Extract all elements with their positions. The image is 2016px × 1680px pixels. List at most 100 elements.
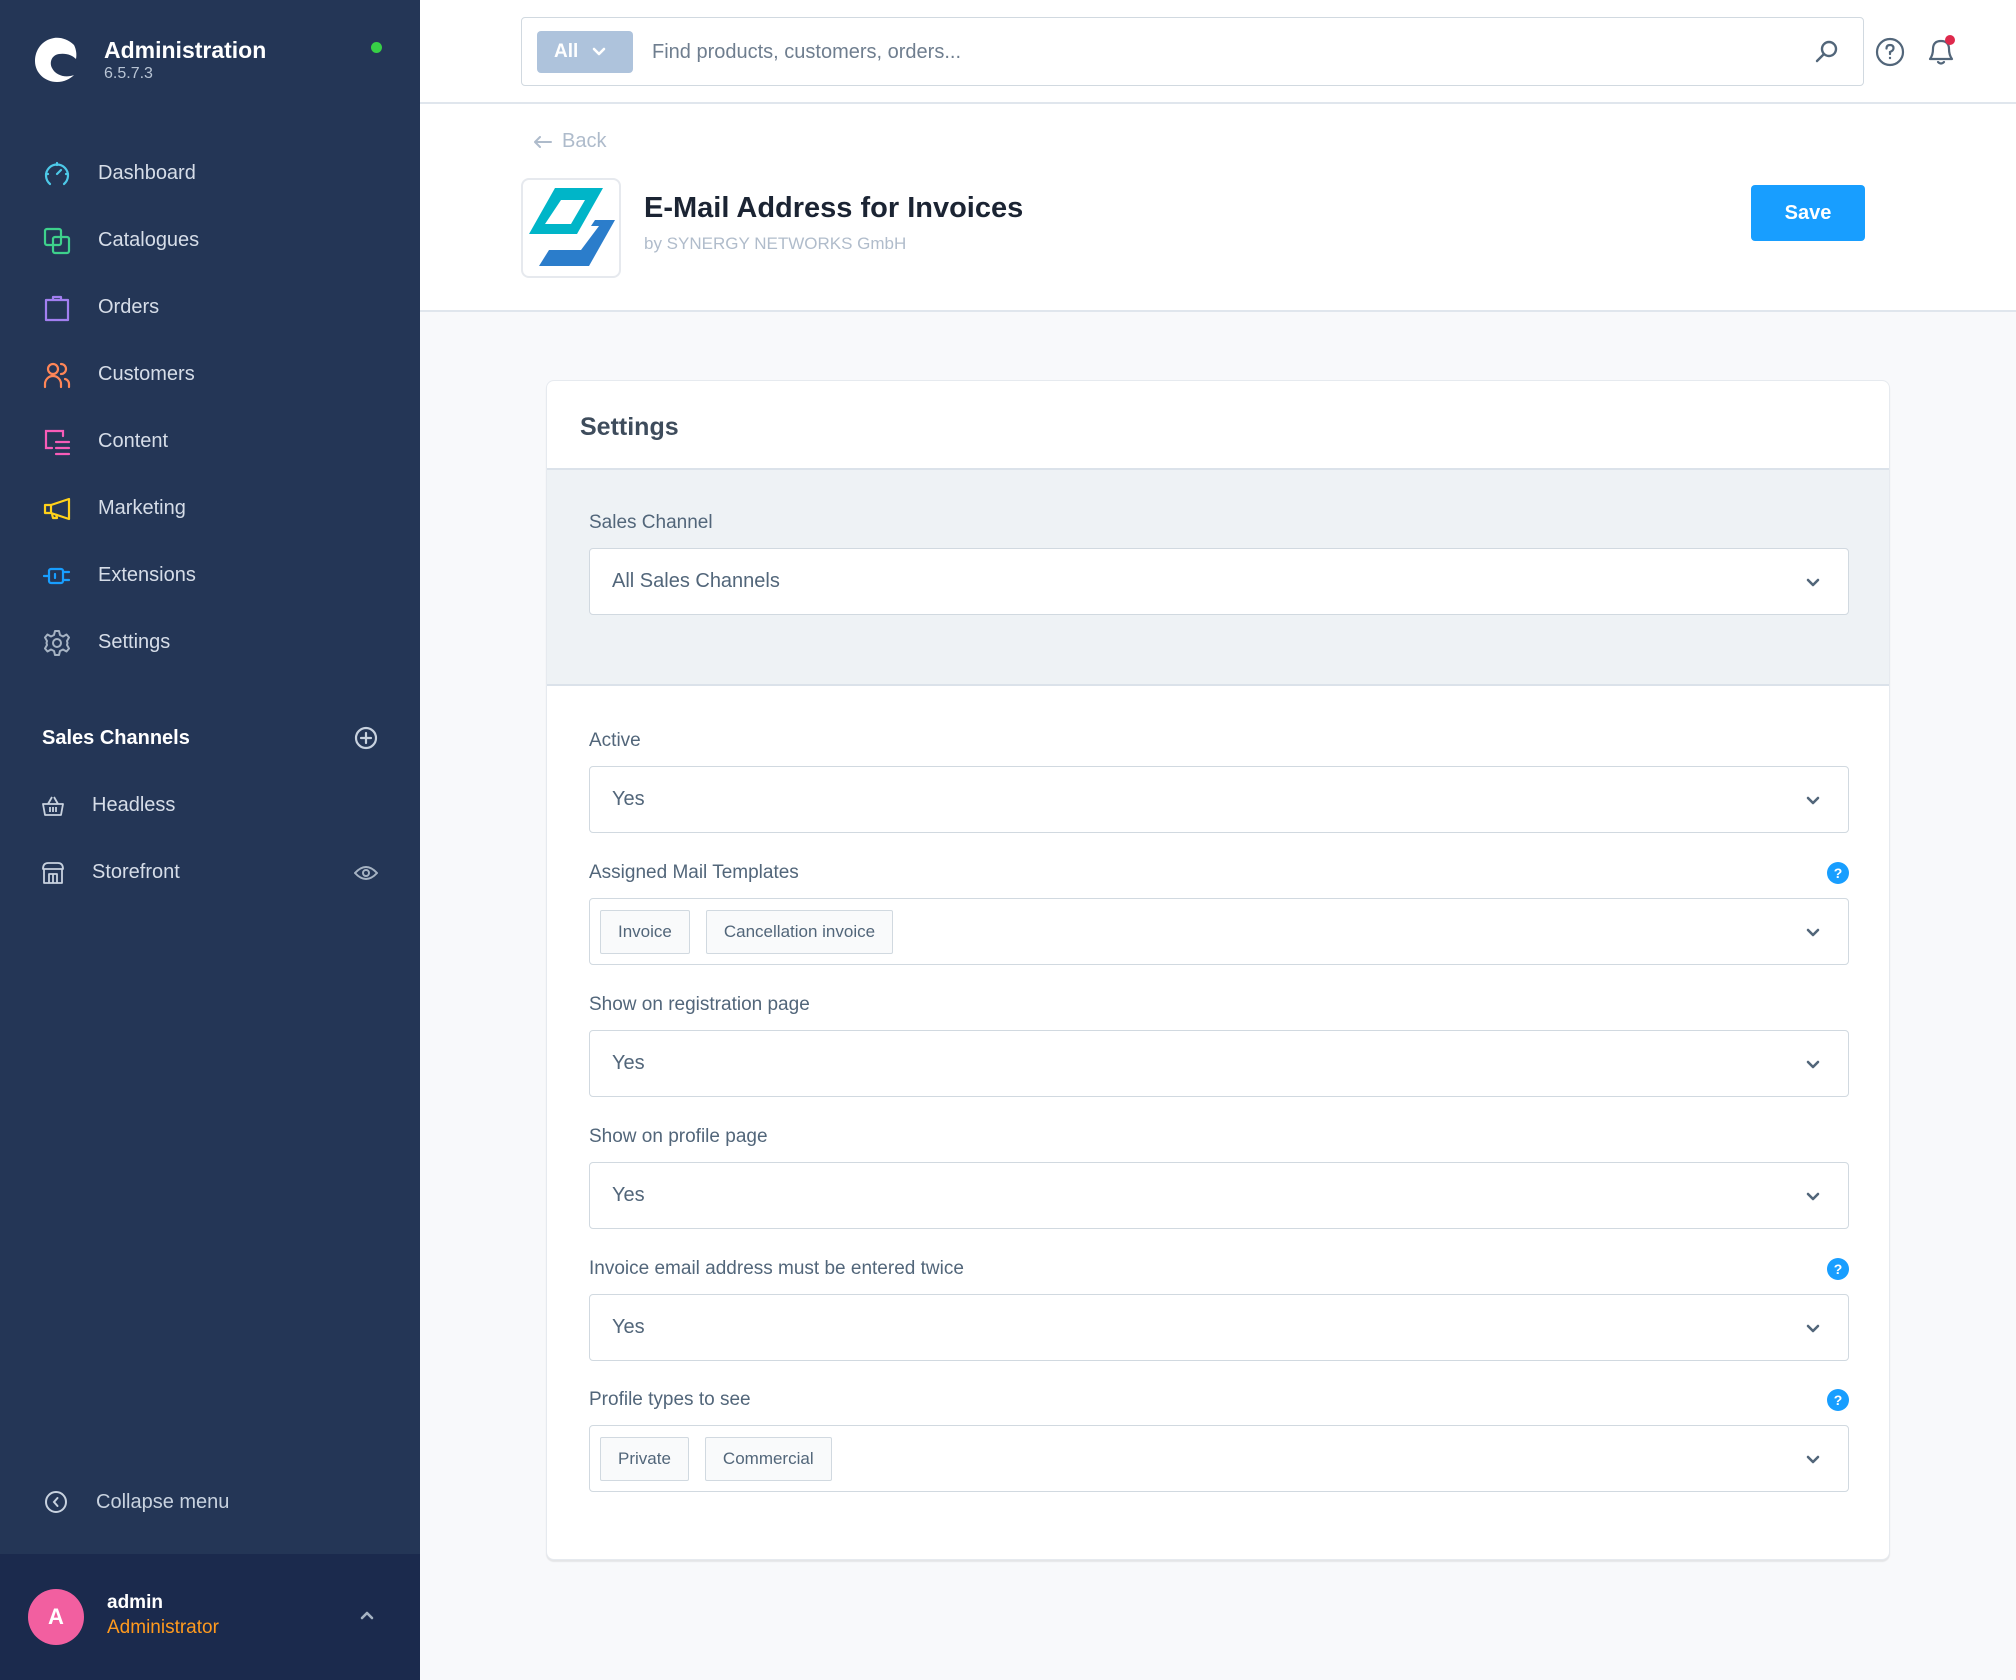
select-value: Yes xyxy=(612,1316,645,1338)
search-input[interactable] xyxy=(652,32,1792,72)
eye-icon[interactable] xyxy=(354,865,378,881)
back-link[interactable]: Back xyxy=(534,130,606,153)
registration-page-select[interactable]: Yes xyxy=(589,1030,1849,1097)
active-field: Active Yes xyxy=(589,726,1849,833)
profile-page-select[interactable]: Yes xyxy=(589,1162,1849,1229)
sidebar-item-customers[interactable]: Customers xyxy=(0,341,420,408)
sidebar-item-label: Content xyxy=(98,430,169,452)
global-search: All xyxy=(521,17,1864,86)
arrow-left-icon xyxy=(534,135,552,148)
chevron-down-icon xyxy=(1806,1324,1820,1333)
app-title: Administration xyxy=(104,37,267,63)
active-select[interactable]: Yes xyxy=(589,766,1849,833)
sidebar-item-label: Customers xyxy=(98,363,195,385)
avatar: A xyxy=(28,1589,84,1645)
sidebar-item-label: Settings xyxy=(98,631,171,653)
field-label: Profile types to see xyxy=(589,1389,751,1410)
orders-icon xyxy=(42,293,72,323)
chevron-down-icon xyxy=(1806,796,1820,805)
field-label: Invoice email address must be entered tw… xyxy=(589,1258,964,1279)
select-value: All Sales Channels xyxy=(612,570,780,592)
email-twice-field: Invoice email address must be entered tw… xyxy=(589,1254,1849,1361)
field-label: Show on profile page xyxy=(589,1126,768,1147)
sidebar-item-extensions[interactable]: Extensions xyxy=(0,542,420,609)
catalogues-icon xyxy=(42,226,72,256)
plugin-title: E-Mail Address for Invoices xyxy=(644,192,1024,224)
sidebar-item-label: Catalogues xyxy=(98,229,200,251)
main-nav: Dashboard Catalogues Orders Customers Co… xyxy=(0,140,420,676)
brand: Administration 6.5.7.3 xyxy=(32,30,266,90)
sidebar-item-label: Extensions xyxy=(98,564,196,586)
settings-card: Settings Sales Channel All Sales Channel… xyxy=(546,380,1890,1560)
tag-invoice[interactable]: Invoice xyxy=(600,909,690,954)
sales-channel-field: Sales Channel All Sales Channels xyxy=(589,508,1849,615)
plugin-logo xyxy=(521,178,621,278)
chevron-down-icon xyxy=(592,47,606,56)
top-bar: All xyxy=(420,0,2016,104)
help-tooltip-icon[interactable]: ? xyxy=(1827,1258,1849,1280)
basket-icon xyxy=(42,796,64,816)
sales-channel-headless[interactable]: Headless xyxy=(0,772,420,839)
sidebar-item-content[interactable]: Content xyxy=(0,408,420,475)
select-value: Yes xyxy=(612,1052,645,1074)
tag-cancellation-invoice[interactable]: Cancellation invoice xyxy=(705,909,894,954)
settings-icon xyxy=(42,628,72,658)
user-menu[interactable]: A admin Administrator xyxy=(0,1554,420,1680)
search-type-select[interactable]: All xyxy=(537,31,633,73)
add-sales-channel-icon[interactable] xyxy=(354,726,378,750)
chevron-down-icon xyxy=(1806,578,1820,587)
select-value: Yes xyxy=(612,1184,645,1206)
marketing-icon xyxy=(42,494,72,524)
app-version: 6.5.7.3 xyxy=(104,65,153,82)
user-name: admin xyxy=(107,1592,163,1613)
user-role: Administrator xyxy=(107,1617,219,1638)
sidebar-item-dashboard[interactable]: Dashboard xyxy=(0,140,420,207)
help-icon[interactable] xyxy=(1874,36,1906,68)
sidebar-item-label: Dashboard xyxy=(98,162,196,184)
collapse-menu-button[interactable]: Collapse menu xyxy=(44,1490,229,1514)
sidebar-item-label: Orders xyxy=(98,296,160,318)
sidebar-item-catalogues[interactable]: Catalogues xyxy=(0,207,420,274)
profile-types-multiselect[interactable]: Private Commercial xyxy=(589,1425,1849,1492)
chevron-down-icon xyxy=(1806,1060,1820,1069)
sidebar-item-orders[interactable]: Orders xyxy=(0,274,420,341)
sales-channels-list: Headless Storefront xyxy=(0,772,420,906)
sales-channel-storefront[interactable]: Storefront xyxy=(0,839,420,906)
sidebar-item-settings[interactable]: Settings xyxy=(0,609,420,676)
sales-channel-label: Headless xyxy=(92,794,176,816)
tag-commercial[interactable]: Commercial xyxy=(704,1436,832,1481)
content-icon xyxy=(42,427,72,457)
search-icon[interactable] xyxy=(1813,38,1841,66)
extensions-icon xyxy=(42,561,72,591)
customers-icon xyxy=(42,360,72,390)
chevron-left-circle-icon xyxy=(45,1491,67,1513)
back-label: Back xyxy=(562,130,607,152)
help-tooltip-icon[interactable]: ? xyxy=(1827,1389,1849,1411)
sidebar: Administration 6.5.7.3 Dashboard Catalog… xyxy=(0,0,420,1680)
tag-private[interactable]: Private xyxy=(600,1436,689,1481)
dashboard-icon xyxy=(42,159,72,189)
sidebar-item-label: Marketing xyxy=(98,497,186,519)
mail-templates-multiselect[interactable]: Invoice Cancellation invoice xyxy=(589,898,1849,965)
notifications-bell-icon[interactable] xyxy=(1924,33,1958,69)
chevron-up-icon[interactable] xyxy=(356,1604,378,1626)
select-value: Yes xyxy=(612,788,645,810)
status-indicator xyxy=(371,42,382,53)
sales-channels-title: Sales Channels xyxy=(42,726,190,749)
field-label: Show on registration page xyxy=(589,994,810,1015)
synergy-logo-icon xyxy=(529,188,615,266)
card-title: Settings xyxy=(580,413,679,441)
email-twice-select[interactable]: Yes xyxy=(589,1294,1849,1361)
sales-channel-section: Sales Channel All Sales Channels xyxy=(547,470,1889,686)
shopware-logo-icon xyxy=(35,37,78,82)
profile-types-field: Profile types to see ? Private Commercia… xyxy=(589,1385,1849,1492)
sidebar-item-marketing[interactable]: Marketing xyxy=(0,475,420,542)
plugin-vendor: by SYNERGY NETWORKS GmbH xyxy=(644,234,907,253)
chevron-down-icon xyxy=(1806,928,1820,937)
mail-templates-field: Assigned Mail Templates ? Invoice Cancel… xyxy=(589,858,1849,965)
search-type-label: All xyxy=(554,41,579,62)
help-tooltip-icon[interactable]: ? xyxy=(1827,862,1849,884)
profile-page-field: Show on profile page Yes xyxy=(589,1122,1849,1229)
sales-channel-select[interactable]: All Sales Channels xyxy=(589,548,1849,615)
save-button[interactable]: Save xyxy=(1751,185,1865,241)
